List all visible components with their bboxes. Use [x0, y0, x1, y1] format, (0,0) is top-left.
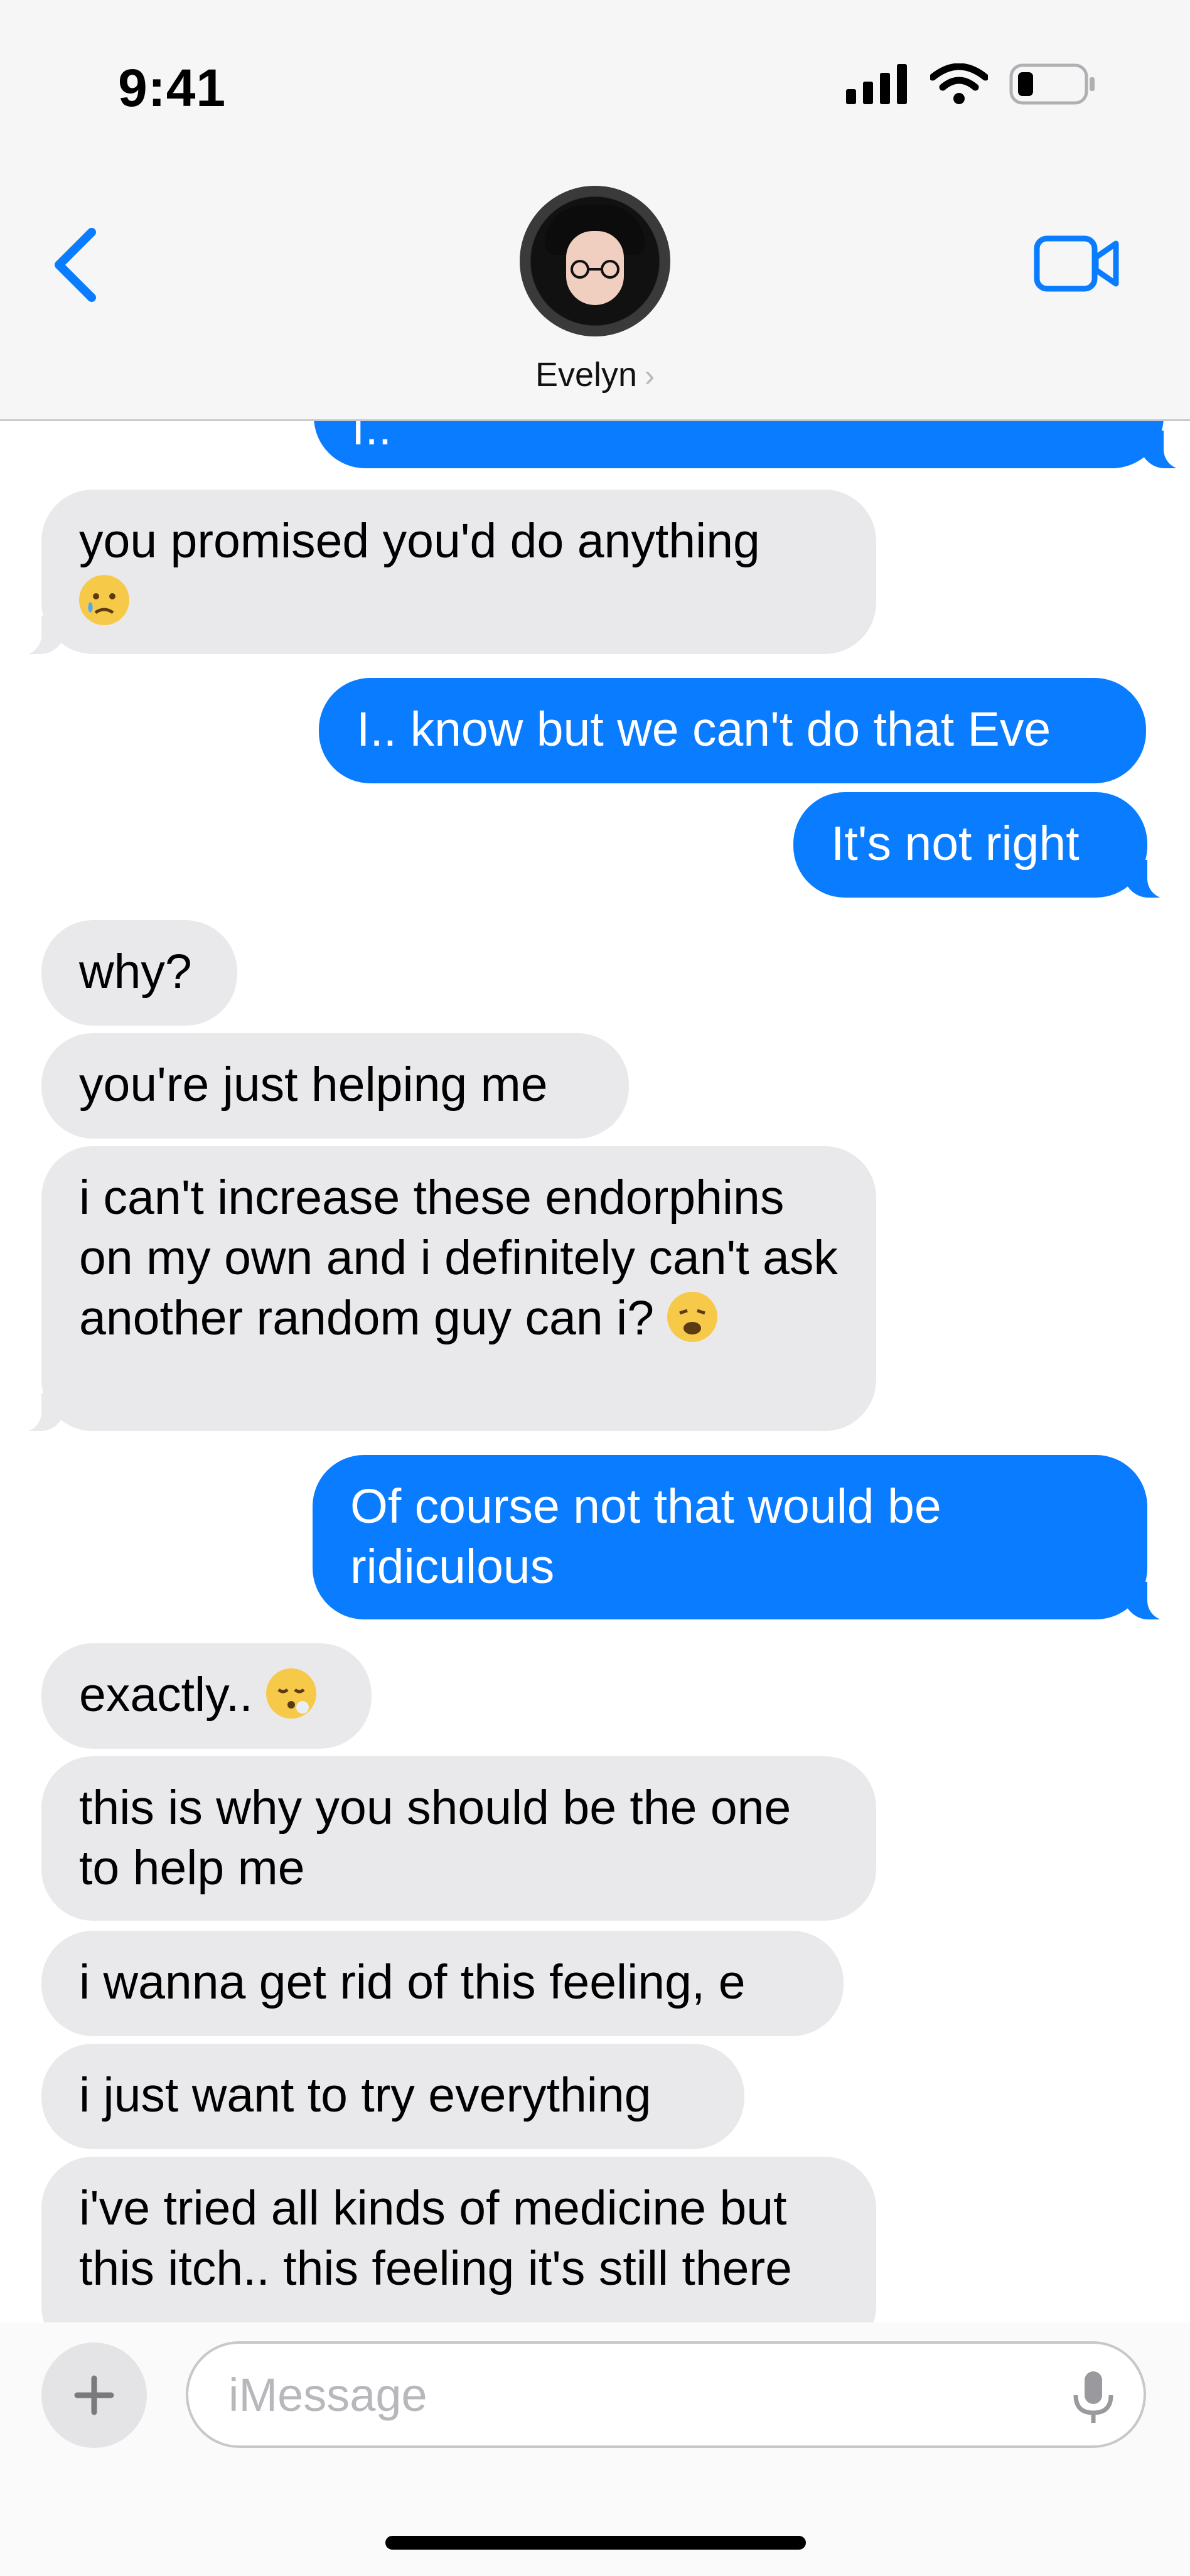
message-text: this is why you should be the one to hel…	[79, 1781, 791, 1895]
chevron-right-icon: ›	[645, 360, 655, 393]
message-text: It's not right	[831, 817, 1080, 871]
add-attachment-button[interactable]	[41, 2343, 147, 2448]
status-time: 9:41	[118, 58, 227, 117]
message-text: you promised you'd do anything	[79, 514, 760, 568]
message-bubble-incoming[interactable]: why?	[41, 920, 237, 1026]
crying-face-icon	[79, 575, 129, 625]
message-bubble-incoming[interactable]: i've tried all kinds of medicine but thi…	[41, 2157, 876, 2322]
wifi-icon	[929, 63, 989, 108]
message-text: i can't increase these endorphins on my …	[79, 1171, 838, 1345]
message-bubble-incoming[interactable]: exactly..	[41, 1643, 372, 1749]
battery-icon	[1009, 63, 1096, 108]
back-button[interactable]	[48, 227, 104, 303]
message-text: I.. know but we can't do that Eve	[356, 702, 1051, 756]
message-bubble-outgoing[interactable]: It's not right	[793, 792, 1175, 899]
message-bubble-incoming[interactable]: i wanna get rid of this feeling, e	[41, 1931, 844, 2036]
message-text: i wanna get rid of this feeling, e	[79, 1955, 746, 2009]
message-bubble-incoming[interactable]: this is why you should be the one to hel…	[41, 1756, 876, 1921]
video-call-button[interactable]	[1033, 232, 1121, 295]
message-bubble-incoming[interactable]: you're just helping me	[41, 1033, 629, 1139]
message-bubble-outgoing[interactable]: I.. know but we can't do that Eve	[319, 678, 1146, 783]
glasses-icon	[571, 260, 619, 279]
status-icons	[846, 60, 1096, 110]
microphone-icon[interactable]	[1068, 2369, 1118, 2425]
chat-header: 9:41 Evelyn ›	[0, 0, 1190, 421]
face-exhaling-icon	[266, 1668, 317, 1719]
message-text: you're just helping me	[79, 1058, 548, 1112]
message-input-placeholder: iMessage	[228, 2368, 427, 2421]
weary-face-icon	[667, 1292, 718, 1342]
message-bubble-outgoing[interactable]: Of course not that would be ridiculous	[313, 1455, 1175, 1621]
message-input[interactable]: iMessage	[186, 2341, 1146, 2448]
message-text: why?	[79, 945, 192, 999]
message-text: i just want to try everything	[79, 2068, 651, 2122]
plus-icon	[74, 2375, 114, 2415]
home-indicator[interactable]	[385, 2536, 806, 2550]
message-text: i've tried all kinds of medicine but thi…	[79, 2181, 792, 2295]
message-bubble-incoming[interactable]: i just want to try everything	[41, 2044, 744, 2149]
message-text: exactly..	[79, 1668, 253, 1722]
contact-name: Evelyn	[535, 356, 638, 394]
message-bubble-incoming[interactable]: i can't increase these endorphins on my …	[14, 1146, 876, 1432]
message-text: Of course not that would be ridiculous	[350, 1479, 941, 1594]
message-bubble-incoming[interactable]: you promised you'd do anything	[14, 490, 876, 655]
signal-icon	[846, 63, 909, 107]
contact-name-button[interactable]: Evelyn ›	[0, 355, 1190, 394]
avatar[interactable]	[520, 186, 670, 336]
